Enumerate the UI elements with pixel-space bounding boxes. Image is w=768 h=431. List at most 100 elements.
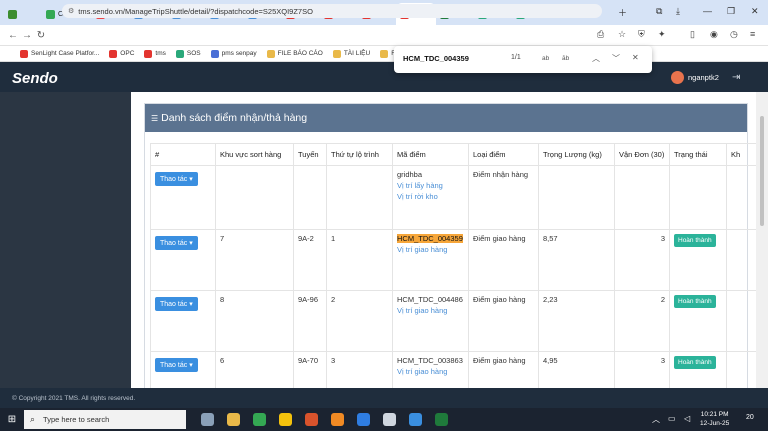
forward-icon[interactable]: → xyxy=(20,30,34,41)
cell-status: Hoàn thành xyxy=(669,351,727,388)
action-label: Thao tác xyxy=(160,362,188,369)
taskbar-apps xyxy=(194,408,454,431)
bookmark-item[interactable]: pms senpay xyxy=(210,49,257,58)
tab-favicon-icon xyxy=(46,9,55,19)
app-glyph xyxy=(200,413,214,426)
copyright-text: © Copyright 2021 TMS. All rights reserve… xyxy=(12,395,136,402)
cell-route: 9A-2 xyxy=(293,229,327,291)
action-dropdown-button[interactable]: Thao tác ▾ xyxy=(155,358,198,372)
app-header: Sendo nganptk2 ⇥ xyxy=(0,62,768,92)
cell-weight: 4,95 xyxy=(538,351,615,388)
shield-icon[interactable]: ⛨ xyxy=(638,29,645,40)
status-badge: Hoàn thành xyxy=(674,295,716,308)
scrollbar-thumb[interactable] xyxy=(760,116,764,226)
taskbar-app-excel-icon[interactable] xyxy=(428,408,454,431)
user-menu[interactable]: nganptk2 xyxy=(671,71,719,84)
taskbar-app-sticky-notes-icon[interactable] xyxy=(272,408,298,431)
cell-weight: 8,57 xyxy=(538,229,615,291)
action-dropdown-button[interactable]: Thao tác ▾ xyxy=(155,172,198,186)
avatar xyxy=(671,71,684,84)
history-icon[interactable]: ◷ xyxy=(730,29,738,40)
bookmark-star-icon[interactable]: ☆ xyxy=(618,29,626,40)
cell-weight: 2,23 xyxy=(538,290,615,352)
taskbar-app-zalo-icon[interactable] xyxy=(350,408,376,431)
location-link[interactable]: Vị trí giao hàng xyxy=(397,367,464,376)
action-label: Thao tác xyxy=(160,301,188,308)
table-row: Thao tác ▾ 8 9A-96 2 HCM_TDC_004486 Vị trí gi… xyxy=(150,290,756,352)
reload-icon[interactable]: ↻ xyxy=(34,30,48,41)
maximize-icon[interactable]: ❐ xyxy=(727,6,735,17)
extension-icon[interactable]: ✦ xyxy=(658,29,666,40)
taskbar-app-task-view-icon[interactable] xyxy=(194,408,220,431)
bookmark-item[interactable]: TÀI LIỆU xyxy=(332,49,370,58)
location-link[interactable]: Vị trí giao hàng xyxy=(397,245,464,254)
taskbar-app-settings-icon[interactable] xyxy=(376,408,402,431)
sidebar-icon[interactable]: ▯ xyxy=(690,29,695,40)
cell-extra xyxy=(726,351,756,388)
location-link[interactable]: Vị trí giao hàng xyxy=(397,306,464,315)
cell-point-type: Điểm giao hàng xyxy=(468,229,539,291)
find-close-icon[interactable]: ✕ xyxy=(632,53,639,62)
browser-tab[interactable] xyxy=(4,3,42,25)
back-icon[interactable]: ← xyxy=(6,30,20,41)
location-link[interactable]: Vị trí rời kho xyxy=(397,192,464,201)
taskbar-app-coccoc-icon[interactable] xyxy=(246,408,272,431)
find-next-icon[interactable]: ﹀ xyxy=(612,53,620,64)
column-header: # xyxy=(150,143,216,166)
menu-icon[interactable]: ≡ xyxy=(750,29,755,39)
bookmark-item[interactable]: SOS xyxy=(175,49,201,58)
caret-down-icon: ▾ xyxy=(187,301,193,308)
bookmark-item[interactable]: tms xyxy=(144,49,166,58)
cell-order-count: 2 xyxy=(614,290,670,352)
taskbar-app-app-n-icon[interactable] xyxy=(298,408,324,431)
bookmark-label: OPC xyxy=(120,50,135,57)
whole-word-icon[interactable]: āb xyxy=(562,55,569,62)
minimize-icon[interactable]: — xyxy=(703,6,712,16)
logout-icon[interactable]: ⇥ xyxy=(732,72,740,83)
windows-start-icon[interactable]: ⊞ xyxy=(0,408,24,431)
action-dropdown-button[interactable]: Thao tác ▾ xyxy=(155,297,198,311)
taskbar-app-app-blue-icon[interactable] xyxy=(402,408,428,431)
bookmark-icon xyxy=(175,49,184,58)
taskbar-app-app-fox-icon[interactable] xyxy=(324,408,350,431)
downloads-icon[interactable]: ⤓ xyxy=(676,6,680,17)
app-glyph xyxy=(382,413,396,426)
action-dropdown-button[interactable]: Thao tác ▾ xyxy=(155,236,198,250)
caret-down-icon: ▾ xyxy=(187,176,193,183)
cell-sort-area xyxy=(215,165,294,230)
bookmark-item[interactable]: OPC xyxy=(109,49,135,58)
volume-icon[interactable]: ◁ xyxy=(684,414,690,423)
app-glyph xyxy=(408,413,422,426)
bookmarks-bar: SenLight Case Platfor... OPC tms SOS pms sen… xyxy=(0,46,768,62)
find-previous-icon[interactable]: ︿ xyxy=(592,53,600,64)
bookmark-item[interactable]: SenLight Case Platfor... xyxy=(20,49,99,58)
page-action-icon[interactable]: ⎙ xyxy=(597,29,604,40)
page-scrollbar[interactable] xyxy=(756,92,768,388)
sendo-logo[interactable]: Sendo xyxy=(12,70,58,87)
close-window-icon[interactable]: ✕ xyxy=(751,6,759,17)
cell-route: 9A-70 xyxy=(293,351,327,388)
point-code: HCM_TDC_003863 xyxy=(397,356,463,365)
new-tab-icon[interactable]: ＋ xyxy=(618,6,627,19)
site-info-icon[interactable]: ⚙ xyxy=(68,7,74,15)
cell-extra xyxy=(726,165,756,230)
taskbar-clock[interactable]: 10:21 PM 12-Jun-25 xyxy=(700,410,729,428)
notification-badge[interactable]: 20 xyxy=(746,414,754,421)
taskbar-search[interactable]: ⌕ Type here to search xyxy=(24,410,186,429)
bookmark-item[interactable]: FILE BÁO CÁO xyxy=(266,49,323,58)
network-icon[interactable]: ▭ xyxy=(668,414,676,423)
tray-chevron-icon[interactable]: ︿ xyxy=(652,414,660,425)
app-glyph xyxy=(434,413,448,426)
bookmark-label: pms senpay xyxy=(221,50,257,57)
profile-icon[interactable]: ◉ xyxy=(710,29,718,40)
app-glyph xyxy=(304,413,318,426)
extensions-icon[interactable]: ⧉ xyxy=(656,6,662,17)
taskbar-app-file-explorer-icon[interactable] xyxy=(220,408,246,431)
find-input[interactable]: HCM_TDC_004359 xyxy=(403,54,469,63)
location-link[interactable]: Vị trí lấy hàng xyxy=(397,181,464,190)
url-field[interactable]: ⚙ tms.sendo.vn/ManageTripShuttle/detail/… xyxy=(62,4,602,18)
match-case-icon[interactable]: ab xyxy=(542,55,549,62)
cell-route-order xyxy=(326,165,393,230)
sidebar xyxy=(0,92,131,388)
cell-route-order: 3 xyxy=(326,351,393,388)
